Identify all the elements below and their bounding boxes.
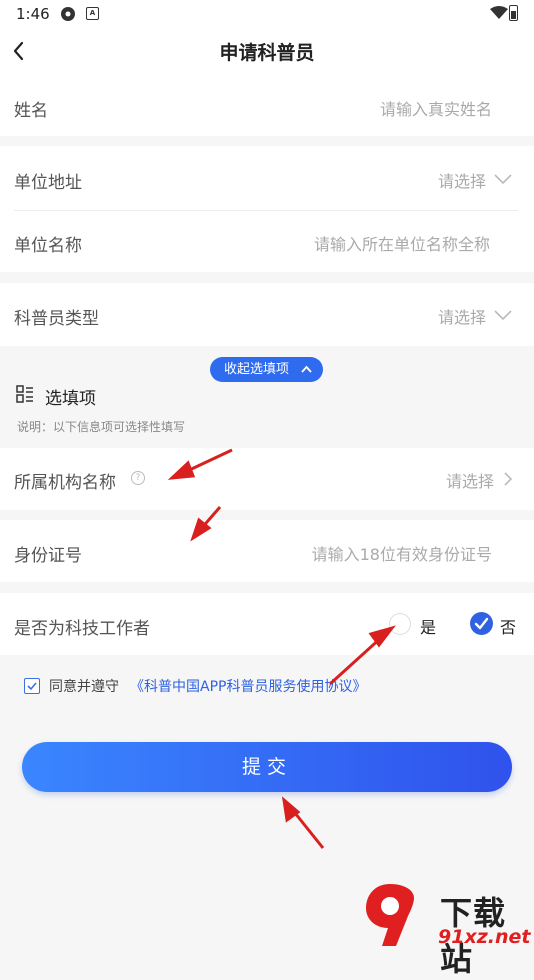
radio-no-checked[interactable] [470, 612, 493, 635]
popsci-type-select[interactable]: 请选择 [438, 304, 486, 328]
name-input-placeholder[interactable]: 请输入真实姓名 [380, 96, 492, 120]
status-bar: 1:46 A [0, 0, 534, 28]
sci-worker-field: 是否为科技工作者 [0, 593, 534, 655]
unit-name-field[interactable]: 单位名称 请输入所在单位名称全称 [0, 211, 534, 272]
radio-no-label[interactable]: 否 [500, 614, 516, 638]
form-icon [16, 385, 33, 403]
unit-address-label: 单位地址 [14, 173, 82, 193]
name-field[interactable]: 姓名 请输入真实姓名 [0, 74, 534, 136]
settings-icon [61, 7, 75, 21]
popsci-type-field[interactable]: 科普员类型 请选择 [0, 283, 534, 346]
org-name-field[interactable]: 所属机构名称 ? 请选择 [0, 448, 534, 510]
status-time: 1:46 [16, 5, 50, 23]
arrow-4 [281, 796, 325, 849]
name-label: 姓名 [14, 101, 48, 121]
org-name-label: 所属机构名称 [14, 473, 116, 493]
unit-name-input-placeholder[interactable]: 请输入所在单位名称全称 [314, 231, 490, 255]
chevron-down-icon [494, 174, 512, 185]
sci-worker-label: 是否为科技工作者 [14, 619, 150, 639]
popsci-type-label: 科普员类型 [14, 309, 99, 329]
watermark-logo [366, 884, 414, 946]
watermark: 下载站 91xz.net [350, 880, 534, 978]
check-icon [474, 617, 489, 630]
chevron-up-icon [301, 365, 312, 373]
chevron-right-icon [504, 472, 512, 486]
page-title: 申请科普员 [219, 42, 315, 64]
collapse-optional-label: 收起选填项 [224, 362, 290, 377]
unit-section: 单位地址 请选择 单位名称 请输入所在单位名称全称 [0, 146, 534, 272]
unit-name-label: 单位名称 [14, 236, 82, 256]
radio-yes[interactable] [390, 614, 410, 634]
unit-address-field[interactable]: 单位地址 请选择 [0, 146, 534, 210]
watermark-domain: 91xz.net [438, 926, 531, 948]
app-header: 申请科普员 [0, 28, 534, 74]
id-number-label: 身份证号 [14, 546, 82, 566]
check-icon [27, 682, 37, 691]
agreement-link[interactable]: 《科普中国APP科普员服务使用协议》 [130, 676, 366, 696]
collapse-optional-button[interactable]: 收起选填项 [210, 357, 323, 382]
optional-section-title: 选填项 [45, 389, 96, 409]
submit-button[interactable]: 提交 [22, 742, 512, 792]
help-icon[interactable]: ? [131, 471, 145, 485]
unit-address-select[interactable]: 请选择 [438, 168, 486, 192]
radio-yes-label[interactable]: 是 [420, 614, 436, 638]
agreement-prefix: 同意并遵守 [49, 679, 119, 695]
app-notification-icon: A [86, 7, 99, 20]
chevron-down-icon [494, 310, 512, 321]
agreement-checkbox[interactable] [24, 678, 40, 694]
id-number-field[interactable]: 身份证号 请输入18位有效身份证号 [0, 520, 534, 582]
org-name-select[interactable]: 请选择 [446, 468, 494, 492]
wifi-icon [490, 6, 508, 19]
battery-icon [509, 5, 518, 21]
id-number-input-placeholder[interactable]: 请输入18位有效身份证号 [312, 541, 492, 565]
optional-section-note: 说明：以下信息项可选择性填写 [17, 420, 186, 434]
